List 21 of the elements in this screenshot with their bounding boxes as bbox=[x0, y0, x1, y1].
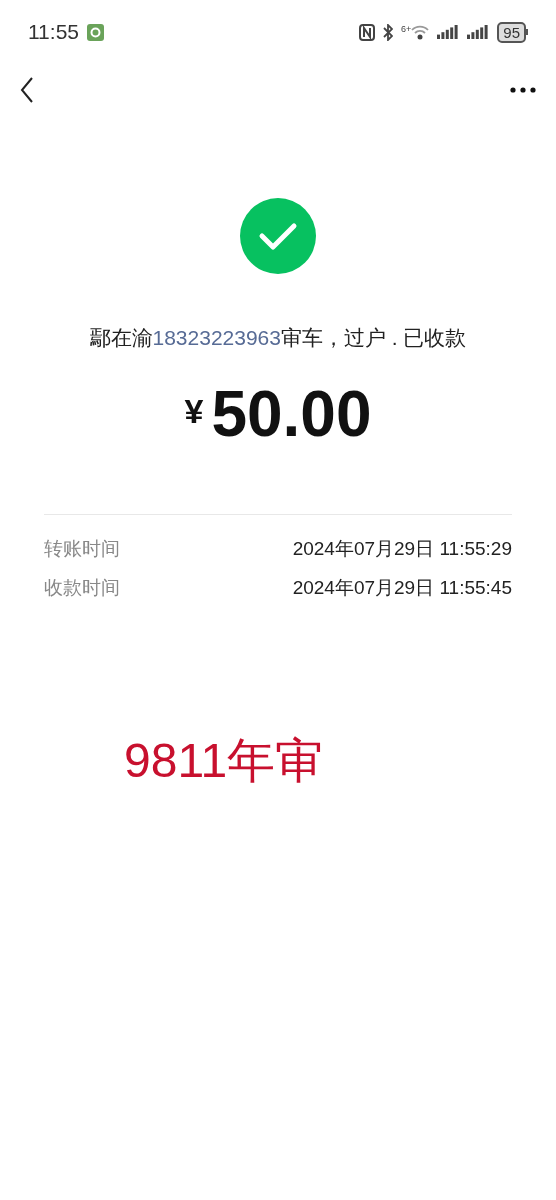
more-icon[interactable] bbox=[510, 87, 536, 93]
detail-label: 收款时间 bbox=[44, 576, 120, 600]
detail-label: 转账时间 bbox=[44, 536, 120, 561]
payment-note: 鄢在渝18323223963审车，过户 . 已收款 bbox=[89, 325, 467, 351]
detail-value: 2024年07月29日 11:55:29 bbox=[292, 536, 512, 561]
annotation-text: 9811年审 bbox=[124, 733, 324, 787]
status-time: 11:55 bbox=[28, 19, 79, 46]
detail-value: 2024年07月29日 11:55:45 bbox=[292, 576, 512, 600]
app-notification-icon bbox=[87, 23, 104, 41]
amount: 50.00 bbox=[211, 377, 372, 450]
nfc-icon bbox=[359, 23, 376, 41]
wifi-generation-label: 6+ bbox=[401, 24, 412, 34]
signal-icon bbox=[437, 25, 460, 39]
battery-level: 95 bbox=[497, 21, 526, 43]
currency-symbol: ¥ bbox=[184, 390, 204, 432]
success-check-icon bbox=[240, 198, 316, 274]
signal-icon bbox=[467, 25, 490, 39]
phone-link[interactable]: 18323223963 bbox=[152, 326, 281, 349]
wifi-icon bbox=[411, 24, 430, 40]
bluetooth-icon bbox=[383, 23, 394, 41]
back-icon[interactable] bbox=[20, 77, 34, 103]
